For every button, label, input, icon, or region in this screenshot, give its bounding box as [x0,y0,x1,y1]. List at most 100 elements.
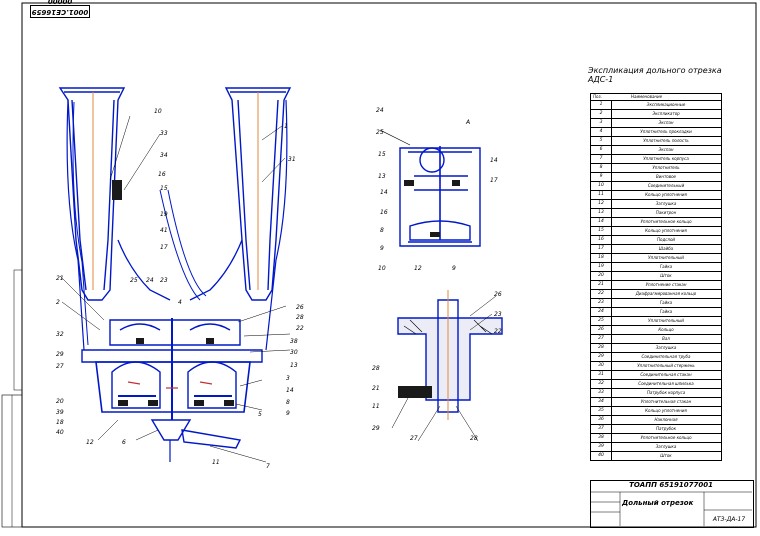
table-row: 19 Гайка [591,263,721,272]
callout-4: 4 [178,299,182,306]
row-number: 25 [591,317,612,325]
row-number: 7 [591,155,612,163]
drawing-stamp: 0001.СЕ16659 00000 [30,0,90,18]
row-name: Уплотнитель [652,165,680,170]
row-number: 38 [591,434,612,442]
row-number: 37 [591,425,612,433]
main-assembly-view [58,87,292,462]
callout-7: 7 [266,463,270,470]
callout-40: 40 [56,429,64,436]
row-name: Уплотнительный [648,318,684,323]
leader-lines [59,115,497,463]
row-name: Уплотнение стакан [645,282,687,287]
table-row: 24 Гайка [591,308,721,317]
callout-detail-A: А [465,119,470,126]
row-name: Уплотнитель прокладки [640,129,692,134]
row-name: Вал [662,336,670,341]
row-name: Соединительная труба [641,354,691,359]
row-name: Пакитрон [655,210,677,215]
row-number: 2 [591,110,612,118]
callout-11: 11 [212,459,220,466]
row-number: 4 [591,128,612,136]
callout-detail-14b: 14 [490,157,498,164]
callout-section-27: 27 [410,435,418,442]
callout-20: 20 [56,398,64,405]
row-number: 26 [591,326,612,334]
callout-detail-8: 8 [380,227,384,234]
row-number: 5 [591,137,612,145]
table-row: 32 Соединительная шпилька [591,380,721,389]
callout-9: 9 [286,410,290,417]
callout-33: 33 [160,130,168,137]
row-name: Экспликационные [646,102,686,107]
callout-section-23: 23 [494,311,502,318]
row-name: Кольцо [658,327,674,332]
row-name: Гайка [659,264,673,269]
row-number: 29 [591,353,612,361]
table-row: 31 Соединительная стакан [591,371,721,380]
callout-19: 19 [160,211,168,218]
callout-24: 24 [146,277,154,284]
table-row: 37 Патрубок [591,425,721,434]
callout-34: 34 [160,152,168,159]
row-number: 40 [591,452,612,460]
sheet-code: АТЗ-ДА-17 [712,516,746,523]
table-row: 26 Кольцо [591,326,721,335]
row-number: 32 [591,380,612,388]
row-number: 31 [591,371,612,379]
callout-14: 14 [286,387,294,394]
table-row: 36 Наклонная [591,416,721,425]
callout-41: 41 [160,227,168,234]
document-code: ТОАПП 65191077001 [629,481,713,489]
row-name: Уплотнительная стакан [640,399,692,404]
table-row: 2 Экспликатор [591,110,721,119]
row-name: Заглушка [655,201,677,206]
table-row: 21 Уплотнение стакан [591,281,721,290]
callout-section-21: 21 [372,385,380,392]
callout-detail-9: 9 [380,245,384,252]
row-name: Шток [660,453,672,458]
callout-detail-15: 15 [378,151,386,158]
table-row: 34 Уплотнительная стакан [591,398,721,407]
callout-17: 17 [160,244,168,251]
callout-5: 5 [258,411,262,418]
callout-detail-25: 25 [376,129,384,136]
row-name: Соединительная стакан [640,372,692,377]
table-row: 8 Уплотнитель [591,164,721,173]
table-row: 5 Уплотнитель полость [591,137,721,146]
callout-16: 16 [158,171,166,178]
table-row: 22 Диафрагмированная кольцо [591,290,721,299]
callout-section-11: 11 [372,403,380,410]
callout-detail-24: 24 [376,107,384,114]
row-number: 15 [591,227,612,235]
callout-detail-10: 10 [378,265,386,272]
table-row: 23 Гайка [591,299,721,308]
table-row: 1 Экспликационные [591,101,721,110]
row-name: Уплотнительный стержень [637,363,695,368]
row-name: Соединительная шпилька [638,381,694,386]
row-number: 13 [591,209,612,217]
table-row: 14 Уплотнительное кольцо [591,218,721,227]
table-row: 6 Экспан [591,146,721,155]
callout-detail-12: 12 [414,265,422,272]
table-row: 13 Пакитрон [591,209,721,218]
table-row: 38 Уплотнительное кольцо [591,434,721,443]
row-name: Гайка [659,300,673,305]
row-number: 6 [591,146,612,154]
table-row: 10 Соединительный [591,182,721,191]
row-name: Кольцо уплотнения [645,192,687,197]
row-number: 20 [591,272,612,280]
row-number: 14 [591,218,612,226]
callout-29: 29 [56,351,64,358]
callout-31: 31 [288,156,296,163]
table-row: 39 Заглушка [591,443,721,452]
table-row: 35 Кольцо уплотнения [591,407,721,416]
table-row: 20 Шток [591,272,721,281]
row-name: Уплотнительный [648,255,684,260]
row-name: Уплотнитель полость [643,138,689,143]
table-row: 9 Винтовое [591,173,721,182]
callout-8: 8 [286,399,290,406]
callout-3: 3 [286,375,290,382]
callout-labels: 1 2 3 4 5 6 7 8 9 10 11 12 13 14 15 16 1… [56,107,502,470]
row-number: 24 [591,308,612,316]
